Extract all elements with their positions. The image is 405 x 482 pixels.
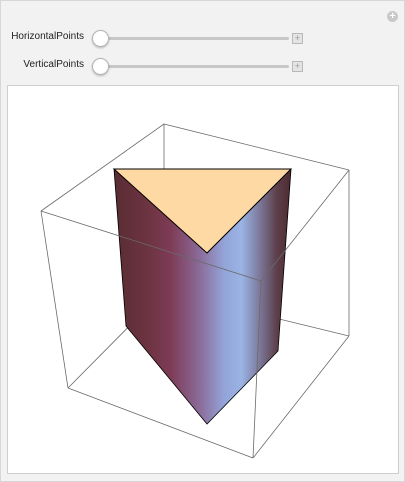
horizontal-points-slider-track[interactable] [99, 37, 289, 40]
box-edge [163, 123, 350, 171]
horizontal-points-expand-button[interactable]: + [292, 33, 303, 44]
vertical-points-slider-thumb[interactable] [92, 58, 109, 75]
3d-plot[interactable] [8, 86, 398, 473]
horizontal-points-label: HorizontalPoints [11, 31, 84, 42]
horizontal-points-control: HorizontalPoints + [1, 28, 405, 48]
vertical-points-label: VerticalPoints [23, 59, 84, 70]
horizontal-points-slider-thumb[interactable] [92, 30, 109, 47]
plus-circle-icon[interactable]: + [387, 11, 398, 22]
vertical-points-expand-button[interactable]: + [292, 61, 303, 72]
vertical-points-control: VerticalPoints + [1, 56, 405, 76]
box-edge [40, 210, 69, 389]
vertical-points-slider-track[interactable] [99, 65, 289, 68]
manipulate-panel: + HorizontalPoints + VerticalPoints + [0, 0, 405, 482]
3d-plot-panel[interactable] [7, 85, 399, 474]
